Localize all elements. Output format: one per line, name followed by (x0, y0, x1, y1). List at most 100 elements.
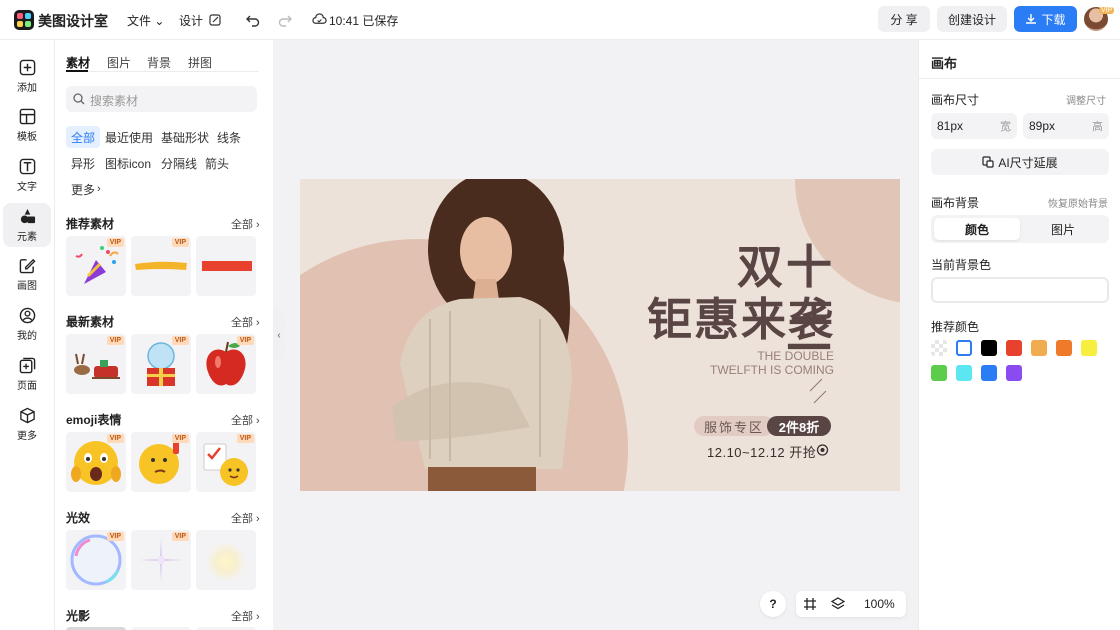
canvas-size-label: 画布尺寸 (931, 93, 980, 107)
color-swatch[interactable] (1031, 340, 1047, 356)
rail-item-more[interactable]: 更多 (3, 402, 51, 446)
undo-icon[interactable] (245, 12, 261, 28)
rail-item-mine[interactable]: 我的 (3, 302, 51, 346)
grid-icon[interactable] (803, 597, 817, 611)
collapse-panel-handle[interactable]: ‹ (273, 310, 285, 360)
download-button[interactable]: 下载 (1014, 6, 1077, 32)
color-swatch[interactable] (956, 340, 972, 356)
redo-icon[interactable] (277, 12, 293, 28)
seg-image[interactable]: 图片 (1020, 218, 1106, 240)
zoom-level[interactable]: 100% (864, 597, 895, 611)
color-swatch[interactable] (956, 365, 972, 381)
layers-icon[interactable] (831, 597, 845, 611)
artboard[interactable]: 双十二 钜惠来袭 THE DOUBLE TWELFTH IS COMING 服饰… (300, 179, 900, 491)
asset-thumb-bubble[interactable]: VIP (66, 530, 126, 590)
chip-more[interactable]: 更多 › (66, 178, 106, 200)
rail-item-draw[interactable]: 画图 (3, 252, 51, 296)
rail-item-template[interactable]: 模板 (3, 103, 51, 147)
tab-materials[interactable]: 素材 (66, 54, 90, 71)
chip-all[interactable]: 全部 (66, 126, 101, 148)
canvas-area[interactable]: 双十二 钜惠来袭 THE DOUBLE TWELFTH IS COMING 服饰… (273, 40, 918, 630)
color-swatch[interactable] (1081, 340, 1097, 356)
section-title-emoji: emoji表情 (66, 413, 122, 427)
section-title-recommended: 推荐素材 (66, 217, 115, 231)
chip-special-shapes[interactable]: 异形 (66, 152, 100, 174)
asset-thumb-red-bar[interactable] (196, 236, 256, 296)
rail-item-page[interactable]: 页面 (3, 352, 51, 396)
asset-thumb-snow-globe-gift[interactable]: VIP (131, 334, 191, 394)
chevron-right-icon: › (97, 183, 101, 195)
see-all-link[interactable]: 全部 › (231, 412, 260, 428)
restore-bg-link[interactable]: 恢复原始背景 (1048, 195, 1108, 210)
color-swatch[interactable] (981, 340, 997, 356)
download-label: 下载 (1041, 12, 1066, 27)
tag-zone[interactable]: 服饰专区 (694, 416, 774, 436)
headline-line2[interactable]: 钜惠来袭 (640, 283, 835, 348)
help-button[interactable]: ? (760, 591, 786, 617)
resize-link[interactable]: 调整尺寸 (1066, 92, 1106, 107)
rail-label: 添加 (17, 82, 37, 94)
tab-images[interactable]: 图片 (107, 54, 131, 71)
file-menu[interactable]: 文件 ⌄ (127, 12, 164, 29)
left-rail: 添加 模板 文字 元素 画图 我的 页面 更多 (0, 40, 55, 630)
chip-recent[interactable]: 最近使用 (100, 126, 158, 148)
design-menu[interactable]: 设计 (179, 12, 221, 29)
see-all-link[interactable]: 全部 › (231, 510, 260, 526)
english-line1[interactable]: THE DOUBLE (700, 349, 834, 363)
color-swatch[interactable] (1006, 365, 1022, 381)
create-design-button[interactable]: 创建设计 (937, 6, 1007, 32)
asset-thumb-thinking-emoji[interactable]: VIP (131, 432, 191, 492)
tab-collage[interactable]: 拼图 (188, 54, 212, 71)
asset-thumb-brush-stroke[interactable]: VIP (131, 236, 191, 296)
section-title-light-effects: 光效 (66, 511, 91, 525)
date-text[interactable]: 12.10~12.12 开抢 (707, 442, 816, 461)
color-swatch[interactable] (931, 365, 947, 381)
rail-label: 画图 (17, 280, 37, 292)
share-button[interactable]: 分 享 (878, 6, 930, 32)
file-menu-label: 文件 (127, 14, 152, 28)
top-bar: 美图设计室 文件 ⌄ 设计 10:41 已保存 分 享 创建设计 下载 VIP (0, 0, 1120, 40)
current-bg-color-field[interactable] (931, 277, 1109, 303)
current-bg-label: 当前背景色 (931, 258, 992, 272)
ai-extend-label: AI尺寸延展 (998, 155, 1058, 170)
color-swatch[interactable] (931, 340, 947, 356)
height-field[interactable]: 89px 高 (1023, 113, 1109, 139)
tag-discount[interactable]: 2件8折 (767, 416, 831, 436)
seg-color[interactable]: 颜色 (934, 218, 1020, 240)
rail-item-element[interactable]: 元素 (3, 203, 51, 247)
english-line2[interactable]: TWELFTH IS COMING (680, 363, 834, 377)
width-field[interactable]: 81px 宽 (931, 113, 1017, 139)
vip-tag: VIP (171, 336, 189, 345)
rail-item-text[interactable]: 文字 (3, 153, 51, 197)
see-all-link[interactable]: 全部 › (231, 216, 260, 232)
rail-item-add[interactable]: 添加 (3, 54, 51, 98)
see-all-label: 全部 (231, 415, 253, 427)
see-all-link[interactable]: 全部 › (231, 314, 260, 330)
see-all-link[interactable]: 全部 › (231, 608, 260, 624)
chip-dividers[interactable]: 分隔线 (156, 152, 202, 174)
chip-icons[interactable]: 图标icon (100, 152, 156, 174)
search-input[interactable]: 搜索素材 (66, 86, 257, 112)
chip-lines[interactable]: 线条 (212, 126, 246, 148)
stopwatch-icon (816, 444, 829, 456)
see-all-label: 全部 (231, 611, 253, 623)
vip-tag: VIP (171, 434, 189, 443)
asset-thumb-reindeer-sleigh[interactable]: VIP (66, 334, 126, 394)
asset-thumb-checklist-emoji[interactable]: VIP (196, 432, 256, 492)
chip-arrows[interactable]: 箭头 (200, 152, 234, 174)
app-logo-icon[interactable] (14, 10, 34, 30)
height-value: 89px (1029, 119, 1056, 133)
chip-basic-shapes[interactable]: 基础形状 (156, 126, 214, 148)
asset-thumb-sparkle[interactable]: VIP (131, 530, 191, 590)
asset-thumb-glow[interactable] (196, 530, 256, 590)
color-swatch[interactable] (981, 365, 997, 381)
tab-backgrounds[interactable]: 背景 (147, 54, 171, 71)
asset-thumb-red-apple[interactable]: VIP (196, 334, 256, 394)
vip-tag: VIP (106, 434, 124, 443)
asset-thumb-party-popper[interactable]: VIP (66, 236, 126, 296)
help-icon: ? (769, 597, 777, 611)
asset-thumb-scared-emoji[interactable]: VIP (66, 432, 126, 492)
color-swatch[interactable] (1056, 340, 1072, 356)
ai-extend-button[interactable]: AI尺寸延展 (931, 149, 1109, 175)
color-swatch[interactable] (1006, 340, 1022, 356)
